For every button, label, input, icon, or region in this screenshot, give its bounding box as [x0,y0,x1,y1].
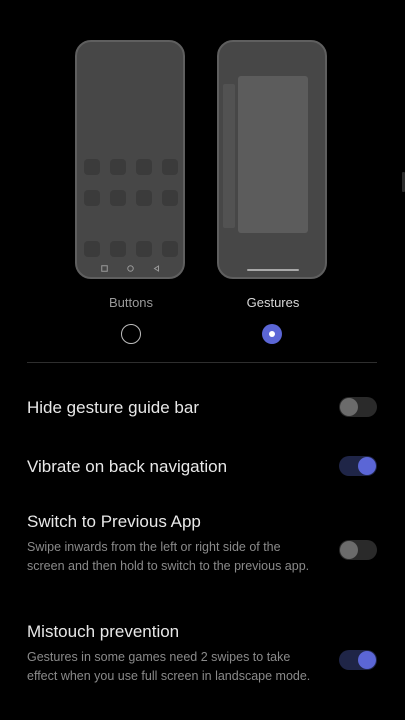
vibrate-back-title: Vibrate on back navigation [27,457,228,476]
app-icon-grid-top [84,159,178,206]
radio-selected-dot [269,331,275,337]
toggle-knob [340,541,358,559]
triangle-back-icon [152,264,160,272]
app-icon [84,241,100,257]
app-icon [84,190,100,206]
app-icon [110,241,126,257]
app-icon [136,190,152,206]
hide-gesture-bar-title: Hide gesture guide bar [27,398,200,417]
circle-home-icon [126,264,134,272]
switch-previous-app-toggle[interactable] [339,540,377,560]
navigation-settings-screen: Buttons Gestures Hide gesture guide bar … [0,0,405,720]
gesture-guide-bar [247,269,299,271]
nav-keys-bar [77,264,183,272]
app-icon [162,190,178,206]
buttons-mode-label: Buttons [108,295,154,310]
gestures-mode-preview[interactable] [217,40,327,279]
app-icon [162,241,178,257]
toggle-knob [358,457,376,475]
current-app-card [238,76,308,233]
switch-previous-app-description: Swipe inwards from the left or right sid… [27,540,310,573]
toggle-knob [358,651,376,669]
app-icon [136,241,152,257]
square-recent-icon [100,264,108,272]
app-icon [162,159,178,175]
gestures-mode-radio[interactable] [262,324,282,344]
app-icon [110,190,126,206]
buttons-mode-radio[interactable] [121,324,141,344]
app-icon [84,159,100,175]
gestures-mode-label: Gestures [246,295,300,310]
buttons-mode-preview[interactable] [75,40,185,279]
toggle-knob [340,398,358,416]
mistouch-prevention-description: Gestures in some games need 2 swipes to … [27,650,311,683]
mistouch-prevention-toggle[interactable] [339,650,377,670]
previous-app-card [223,84,235,228]
section-divider [27,362,377,363]
app-dock-row [84,241,178,257]
switch-previous-app-title: Switch to Previous App [27,512,201,531]
app-icon [110,159,126,175]
vibrate-back-toggle[interactable] [339,456,377,476]
mistouch-prevention-title: Mistouch prevention [27,622,180,641]
app-icon [136,159,152,175]
hide-gesture-bar-toggle[interactable] [339,397,377,417]
